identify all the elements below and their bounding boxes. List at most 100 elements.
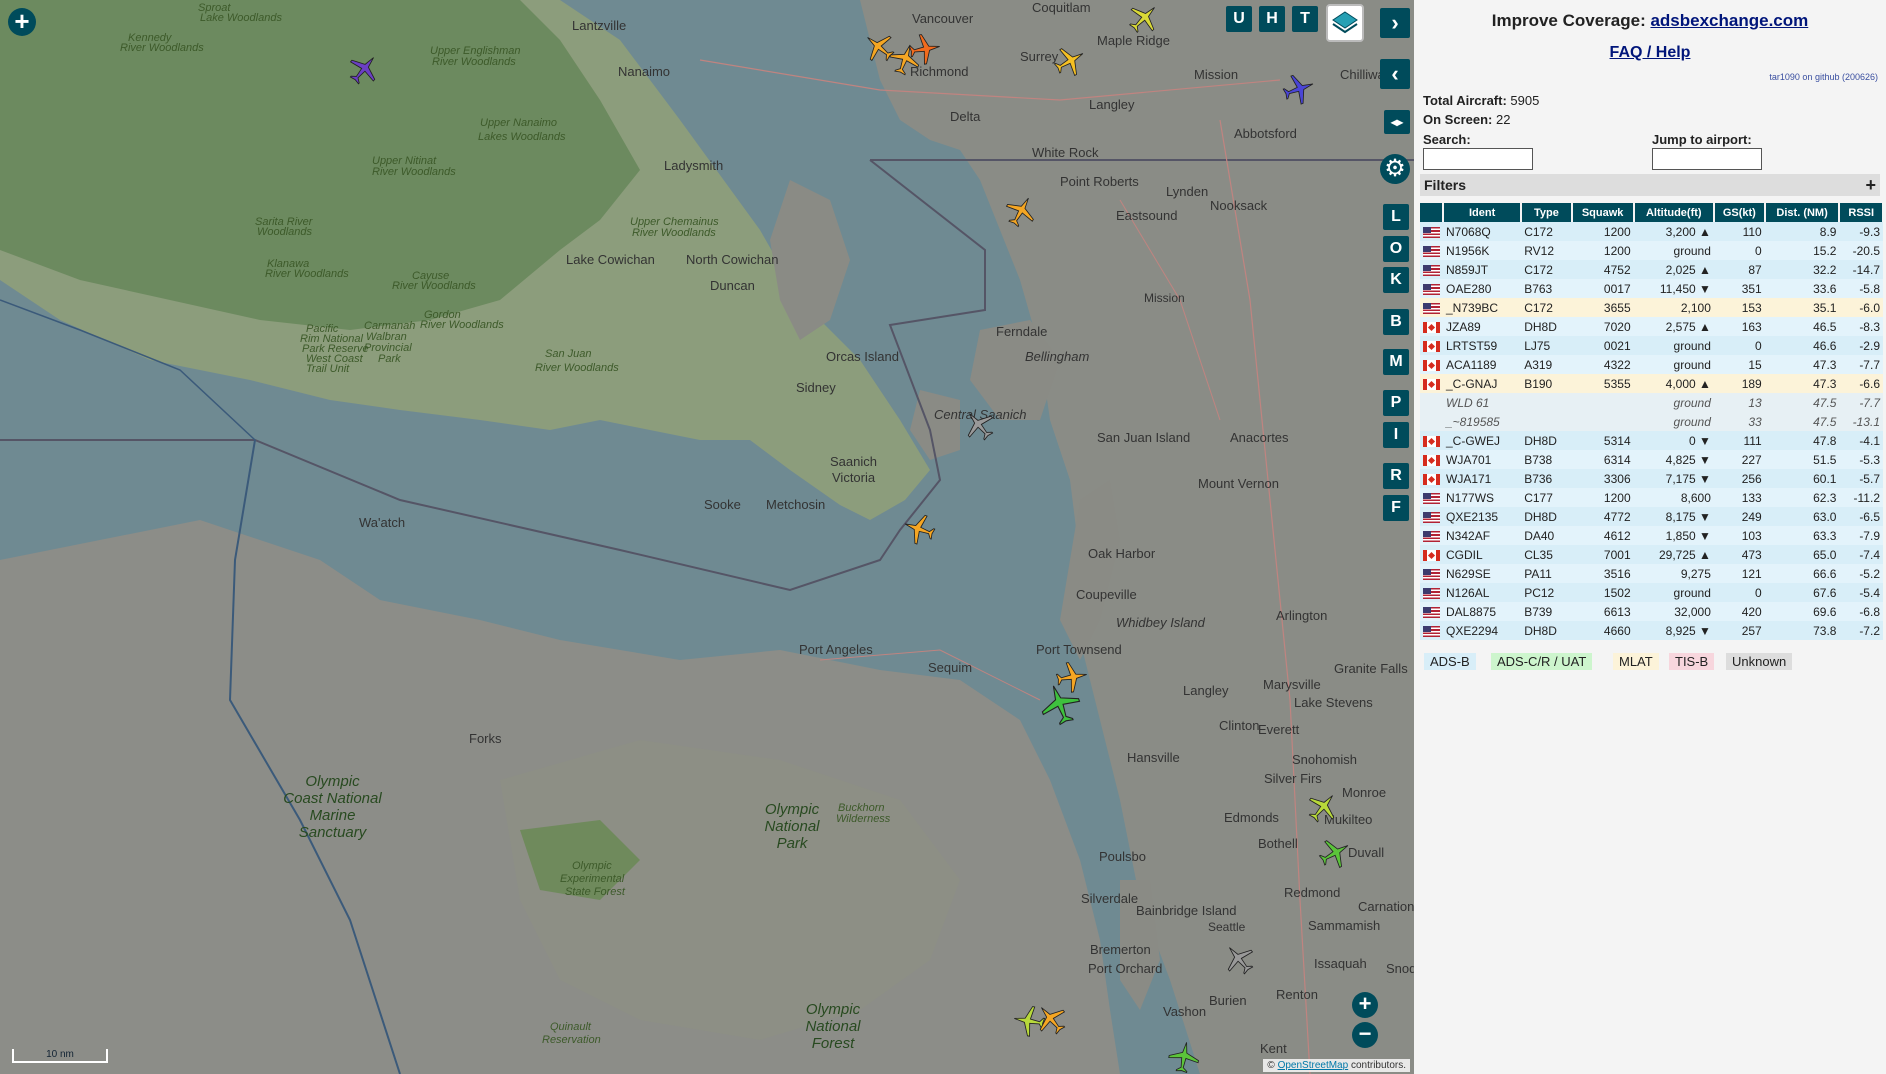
table-row[interactable]: CGDIL CL35 7001 29,725 ▲ 473 65.0 -7.4 (1420, 545, 1883, 564)
table-row[interactable]: _N739BC C172 3655 2,100 153 35.1 -6.0 (1420, 298, 1883, 317)
osm-link[interactable]: OpenStreetMap (1278, 1060, 1349, 1071)
cell-squawk: 4752 (1571, 260, 1634, 279)
layer-k-button[interactable]: K (1383, 267, 1409, 293)
table-row[interactable]: LRTST59 LJ75 0021 ground 0 46.6 -2.9 (1420, 336, 1883, 355)
cell-flag (1420, 393, 1443, 412)
faq-link[interactable]: FAQ / Help (1610, 44, 1691, 61)
add-icon[interactable]: + (8, 8, 36, 36)
layer-p-button[interactable]: P (1383, 390, 1409, 416)
table-row[interactable]: DAL8875 B739 6613 32,000 420 69.6 -6.8 (1420, 602, 1883, 621)
aircraft-icon[interactable] (905, 29, 944, 68)
table-row[interactable]: N7068Q C172 1200 3,200 ▲ 110 8.9 -9.3 (1420, 222, 1883, 241)
place-bainbridge: Bainbridge Island (1136, 903, 1237, 918)
layers-button[interactable] (1326, 4, 1364, 42)
table-row[interactable]: N126AL PC12 1502 ground 0 67.6 -5.4 (1420, 583, 1883, 602)
cell-rssi: -7.9 (1839, 526, 1883, 545)
cell-squawk: 3306 (1571, 469, 1634, 488)
col-squawk[interactable]: Squawk (1571, 203, 1635, 222)
table-row[interactable]: N342AF DA40 4612 1,850 ▼ 103 63.3 -7.9 (1420, 526, 1883, 545)
cell-alt: 4,000 ▲ (1633, 374, 1714, 393)
expand-icon[interactable]: + (1865, 174, 1876, 196)
table-row[interactable]: _C-GWEJ DH8D 5314 0 ▼ 111 47.8 -4.1 (1420, 431, 1883, 450)
col-ident[interactable]: Ident (1443, 203, 1523, 222)
place-vancouver: Vancouver (912, 11, 974, 26)
table-row[interactable]: QXE2135 DH8D 4772 8,175 ▼ 249 63.0 -6.5 (1420, 507, 1883, 526)
table-row[interactable]: N1956K RV12 1200 ground 0 15.2 -20.5 (1420, 241, 1883, 260)
place-marysville: Marysville (1263, 677, 1321, 692)
table-header: Ident Type Squawk Altitude(ft) GS(kt) Di… (1420, 203, 1884, 222)
cell-dist: 62.3 (1764, 488, 1840, 507)
table-row[interactable]: OAE280 B763 0017 11,450 ▼ 351 33.6 -5.8 (1420, 279, 1883, 298)
total-aircraft: Total Aircraft: 5905 (1423, 93, 1539, 108)
us-flag-icon (1423, 226, 1440, 238)
gear-icon[interactable]: ⚙ (1380, 154, 1410, 184)
aircraft-icon[interactable] (1164, 1037, 1203, 1074)
table-row[interactable]: _C-GNAJ B190 5355 4,000 ▲ 189 47.3 -6.6 (1420, 374, 1883, 393)
layer-l-button[interactable]: L (1383, 204, 1409, 230)
h-button[interactable]: H (1259, 6, 1285, 32)
col-altitude[interactable]: Altitude(ft) (1633, 203, 1715, 222)
place-sammamish: Sammamish (1308, 918, 1381, 933)
table-row[interactable]: WJA701 B738 6314 4,825 ▼ 227 51.5 -5.3 (1420, 450, 1883, 469)
canada-flag-icon (1423, 454, 1440, 466)
table-row[interactable]: WLD 61 ground 13 47.5 -7.7 (1420, 393, 1883, 412)
version-link[interactable]: tar1090 on github (200626) (1769, 72, 1878, 82)
place-renton: Renton (1276, 987, 1318, 1002)
u-button[interactable]: U (1226, 6, 1252, 32)
place-saanich: Saanich (830, 454, 877, 469)
cell-dist: 47.5 (1764, 393, 1840, 412)
col-gs[interactable]: GS(kt) (1713, 203, 1766, 222)
layer-b-button[interactable]: B (1383, 309, 1409, 335)
cell-ident: _~819585 (1443, 412, 1522, 431)
layer-i-button[interactable]: I (1383, 422, 1409, 448)
table-row[interactable]: ACA1189 A319 4322 ground 15 47.3 -7.7 (1420, 355, 1883, 374)
search-input[interactable] (1423, 148, 1533, 170)
layer-o-button[interactable]: O (1383, 236, 1409, 262)
cell-rssi: -5.7 (1839, 469, 1883, 488)
cell-ident: N859JT (1443, 260, 1522, 279)
legend-ads-b: ADS-B (1424, 653, 1476, 670)
table-row[interactable]: N177WS C177 1200 8,600 133 62.3 -11.2 (1420, 488, 1883, 507)
table-row[interactable]: N859JT C172 4752 2,025 ▲ 87 32.2 -14.7 (1420, 260, 1883, 279)
cell-ident: CGDIL (1443, 545, 1522, 564)
cell-squawk: 1200 (1571, 222, 1634, 241)
filters-header[interactable]: Filters + (1420, 174, 1880, 196)
cell-flag (1420, 336, 1443, 355)
col-rssi[interactable]: RSSI (1839, 203, 1884, 222)
layer-m-button[interactable]: M (1383, 349, 1409, 375)
cell-squawk: 0021 (1571, 336, 1634, 355)
cell-type: A319 (1521, 355, 1572, 374)
zoom-in-icon[interactable]: + (1352, 992, 1378, 1018)
cell-type: RV12 (1521, 241, 1572, 260)
layer-f-button[interactable]: F (1383, 495, 1409, 521)
layer-r-button[interactable]: R (1383, 463, 1409, 489)
resize-icon[interactable]: ◂▸ (1384, 110, 1410, 134)
cell-flag (1420, 526, 1443, 545)
place-lake-cowichan: Lake Cowichan (566, 252, 655, 267)
t-button[interactable]: T (1292, 6, 1318, 32)
table-row[interactable]: QXE2294 DH8D 4660 8,925 ▼ 257 73.8 -7.2 (1420, 621, 1883, 640)
canada-flag-icon (1423, 473, 1440, 485)
cell-ident: N1956K (1443, 241, 1522, 260)
col-type[interactable]: Type (1521, 203, 1573, 222)
place-sidney: Orcas Island (826, 349, 899, 364)
place-forks: Forks (469, 731, 502, 746)
cell-rssi: -2.9 (1839, 336, 1883, 355)
cell-alt: 29,725 ▲ (1633, 545, 1714, 564)
table-row[interactable]: _~819585 ground 33 47.5 -13.1 (1420, 412, 1883, 431)
airport-input[interactable] (1652, 148, 1762, 170)
table-row[interactable]: WJA171 B736 3306 7,175 ▼ 256 60.1 -5.7 (1420, 469, 1883, 488)
cell-alt: 11,450 ▼ (1633, 279, 1714, 298)
zoom-out-icon[interactable]: − (1352, 1022, 1378, 1048)
chevron-left-icon[interactable]: ‹ (1380, 59, 1410, 89)
adsbexchange-link[interactable]: adsbexchange.com (1650, 11, 1808, 30)
map-view[interactable]: Sproat Lake Woodlands Kennedy River Wood… (0, 0, 1414, 1074)
chevron-right-icon[interactable]: › (1380, 8, 1410, 38)
cell-dist: 73.8 (1764, 621, 1840, 640)
onscreen-label: On Screen: (1423, 112, 1496, 127)
table-row[interactable]: N629SE PA11 3516 9,275 121 66.6 -5.2 (1420, 564, 1883, 583)
col-dist[interactable]: Dist. (NM) (1764, 203, 1841, 222)
table-row[interactable]: JZA89 DH8D 7020 2,575 ▲ 163 46.5 -8.3 (1420, 317, 1883, 336)
cell-rssi: -9.3 (1839, 222, 1883, 241)
cell-type: B738 (1521, 450, 1572, 469)
